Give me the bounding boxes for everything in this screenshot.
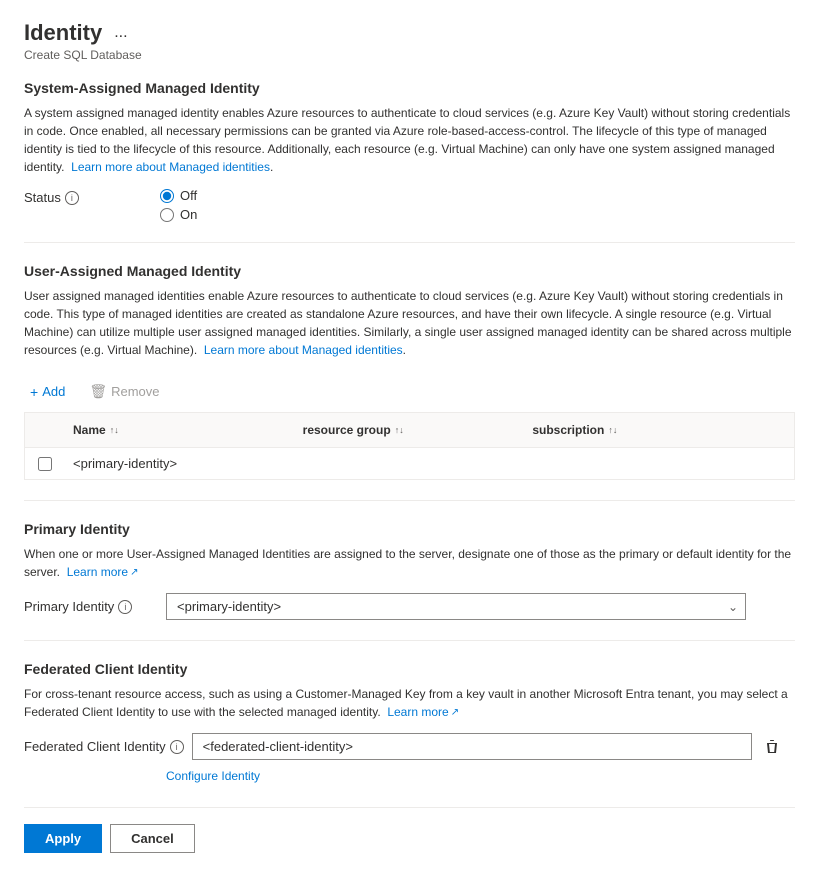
add-icon: + (30, 384, 38, 400)
th-resource-group[interactable]: resource group ↑↓ (295, 419, 525, 441)
federated-client-delete-button[interactable] (760, 735, 784, 759)
sort-rg-icon: ↑↓ (395, 425, 404, 435)
row-checkbox-cell[interactable] (25, 449, 65, 479)
configure-identity-link[interactable]: Configure Identity (166, 769, 260, 783)
primary-identity-learn-more-link[interactable]: Learn more ↗ (67, 563, 139, 581)
page-title: Identity (24, 20, 102, 46)
system-assigned-section: System-Assigned Managed Identity A syste… (24, 80, 795, 222)
primary-identity-field-label: Primary Identity i (24, 599, 154, 614)
row-sub-cell (524, 456, 754, 472)
system-assigned-title: System-Assigned Managed Identity (24, 80, 795, 96)
user-assigned-title: User-Assigned Managed Identity (24, 263, 795, 279)
th-name[interactable]: Name ↑↓ (65, 419, 295, 441)
delete-icon (764, 739, 780, 755)
user-assigned-description: User assigned managed identities enable … (24, 287, 795, 359)
external-link-icon: ↗ (130, 565, 138, 580)
footer-buttons: Apply Cancel (24, 807, 795, 853)
primary-identity-section: Primary Identity When one or more User-A… (24, 521, 795, 620)
federated-client-field-label: Federated Client Identity i (24, 739, 184, 754)
status-label: Status i (24, 188, 144, 205)
add-button[interactable]: + Add (24, 380, 71, 404)
user-assigned-table: Name ↑↓ resource group ↑↓ subscription ↑… (24, 412, 795, 480)
federated-client-info-icon[interactable]: i (170, 740, 184, 754)
apply-button[interactable]: Apply (24, 824, 102, 853)
row-rg-cell (295, 456, 525, 472)
federated-client-input[interactable] (192, 733, 752, 760)
user-assigned-toolbar: + Add 🗑 Remove (24, 371, 795, 412)
system-assigned-learn-more-link[interactable]: Learn more about Managed identities (71, 160, 270, 174)
status-row: Status i Off On (24, 188, 795, 222)
federated-client-description: For cross-tenant resource access, such a… (24, 685, 795, 721)
sort-name-icon: ↑↓ (110, 425, 119, 435)
th-checkbox (25, 419, 65, 441)
radio-group: Off On (160, 188, 197, 222)
row-name-cell: <primary-identity> (65, 448, 295, 479)
status-info-icon[interactable]: i (65, 191, 79, 205)
row-checkbox[interactable] (38, 457, 52, 471)
ellipsis-button[interactable]: ... (110, 22, 131, 44)
trash-icon: 🗑 (89, 383, 107, 400)
primary-identity-title: Primary Identity (24, 521, 795, 537)
user-assigned-learn-more-link[interactable]: Learn more about Managed identities (204, 343, 403, 357)
table-row: <primary-identity> (25, 448, 794, 479)
remove-button[interactable]: 🗑 Remove (83, 379, 165, 404)
radio-on-input[interactable] (160, 208, 174, 222)
th-subscription[interactable]: subscription ↑↓ (524, 419, 754, 441)
primary-identity-select[interactable]: <primary-identity> (166, 593, 746, 620)
page-subtitle: Create SQL Database (24, 48, 795, 62)
sort-sub-icon: ↑↓ (608, 425, 617, 435)
cancel-button[interactable]: Cancel (110, 824, 195, 853)
federated-client-field-row: Federated Client Identity i (24, 733, 795, 760)
section-separator-3 (24, 640, 795, 641)
external-link-icon-2: ↗ (451, 705, 459, 720)
user-assigned-section: User-Assigned Managed Identity User assi… (24, 263, 795, 480)
primary-identity-field-row: Primary Identity i <primary-identity> ⌄ (24, 593, 795, 620)
radio-on-option[interactable]: On (160, 207, 197, 222)
th-actions (754, 419, 794, 441)
federated-client-learn-more-link[interactable]: Learn more ↗ (387, 703, 459, 721)
federated-client-title: Federated Client Identity (24, 661, 795, 677)
radio-off-option[interactable]: Off (160, 188, 197, 203)
primary-identity-select-wrapper: <primary-identity> ⌄ (166, 593, 746, 620)
table-header: Name ↑↓ resource group ↑↓ subscription ↑… (25, 413, 794, 448)
primary-identity-description: When one or more User-Assigned Managed I… (24, 545, 795, 581)
primary-identity-info-icon[interactable]: i (118, 600, 132, 614)
section-separator-2 (24, 500, 795, 501)
row-action-cell (754, 456, 794, 472)
section-separator-1 (24, 242, 795, 243)
federated-client-section: Federated Client Identity For cross-tena… (24, 661, 795, 783)
radio-off-input[interactable] (160, 189, 174, 203)
system-assigned-description: A system assigned managed identity enabl… (24, 104, 795, 176)
